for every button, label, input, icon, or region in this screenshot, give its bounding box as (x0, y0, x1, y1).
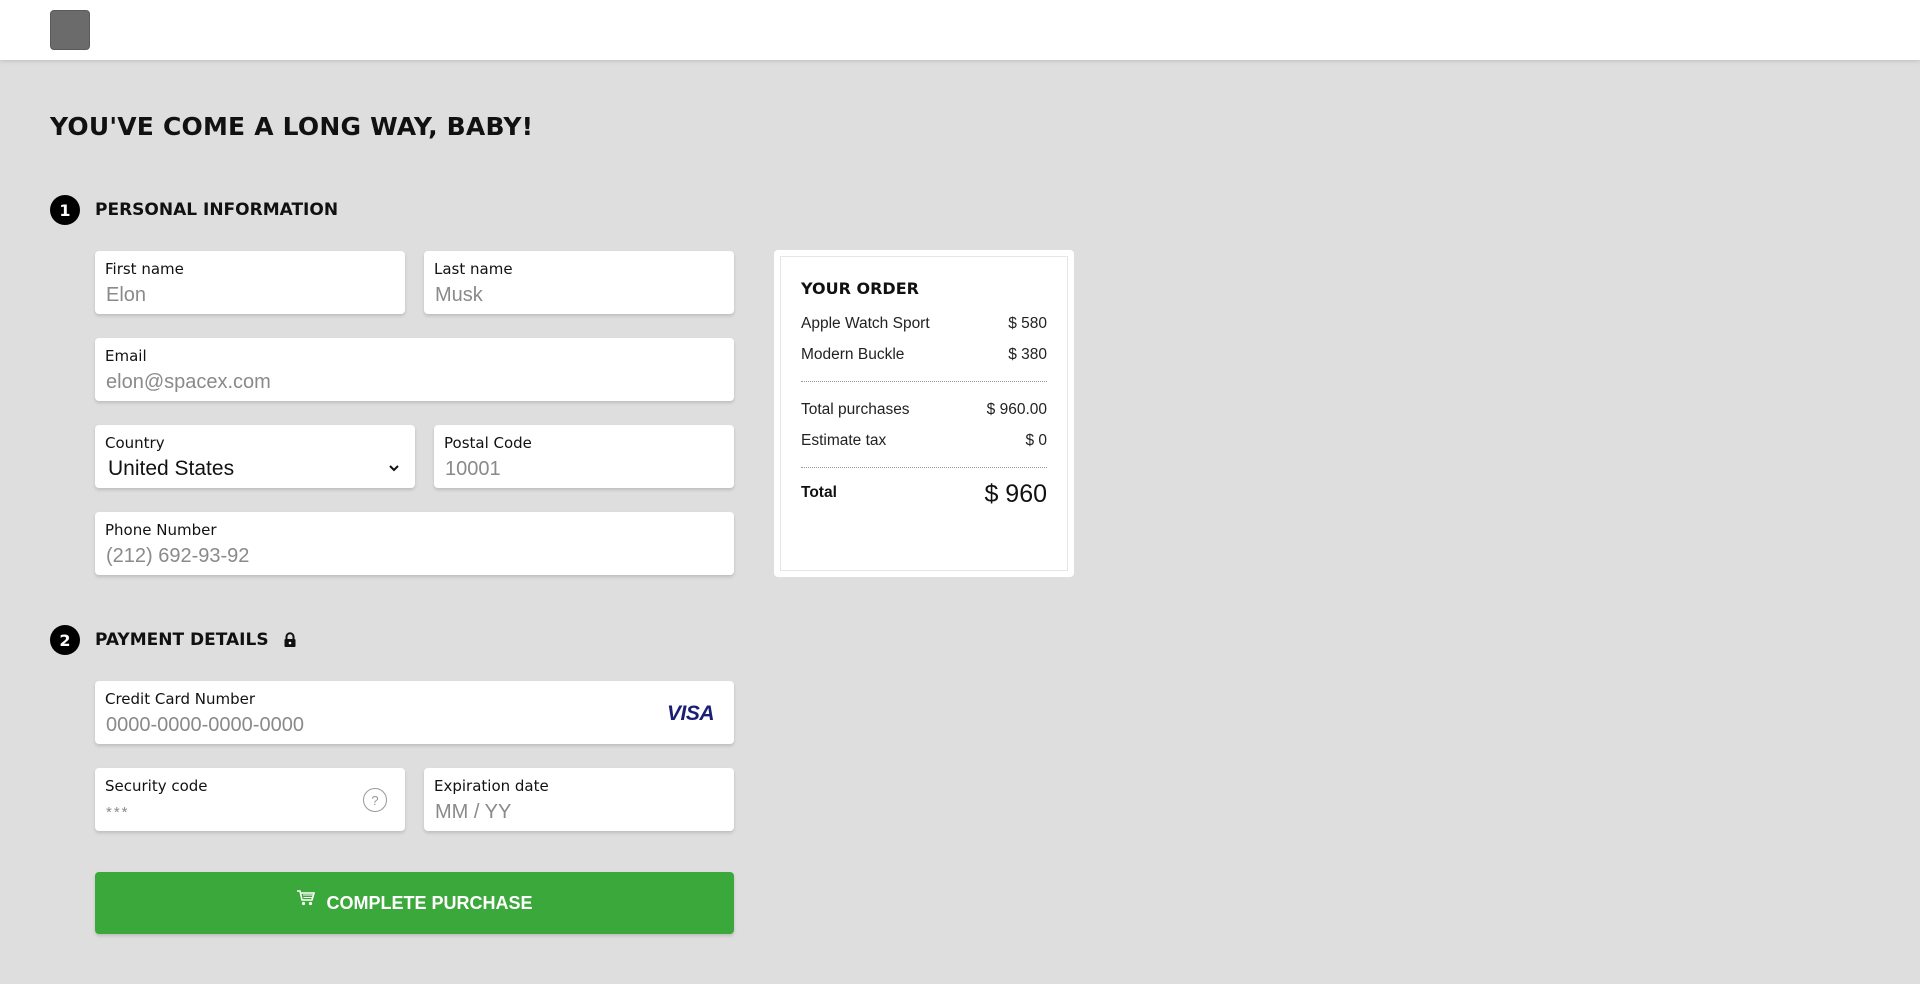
divider (801, 381, 1047, 382)
field-label: Last name (434, 260, 513, 278)
expiration-date-field[interactable]: Expiration date (424, 768, 734, 831)
personal-info-heading: 1 PERSONAL INFORMATION (50, 195, 338, 225)
last-name-field[interactable]: Last name (424, 251, 734, 314)
order-item-row: Modern Buckle $ 380 (801, 339, 1047, 370)
top-bar (0, 0, 1920, 60)
complete-purchase-label: COMPLETE PURCHASE (326, 892, 533, 913)
order-summary-inner: YOUR ORDER Apple Watch Sport $ 580 Moder… (780, 256, 1068, 571)
lock-icon (283, 632, 297, 648)
country-selected-value: United States (108, 457, 235, 480)
first-name-field[interactable]: First name (95, 251, 405, 314)
estimate-tax-label: Estimate tax (801, 431, 887, 449)
field-label: First name (105, 260, 184, 278)
email-field[interactable]: Email (95, 338, 734, 401)
order-summary-card: YOUR ORDER Apple Watch Sport $ 580 Moder… (774, 250, 1074, 577)
credit-card-input[interactable] (105, 712, 724, 738)
section-title: PERSONAL INFORMATION (95, 200, 339, 220)
postal-code-field[interactable]: Postal Code (434, 425, 734, 488)
menu-button[interactable] (50, 10, 90, 50)
step-number-badge: 1 (50, 195, 80, 225)
email-input[interactable] (105, 369, 724, 395)
order-total-label: Total (801, 484, 837, 501)
field-label: Phone Number (105, 521, 217, 539)
order-item-price: $ 380 (1008, 345, 1047, 363)
section-title: PAYMENT DETAILS (95, 630, 269, 650)
step-number-badge: 2 (50, 625, 80, 655)
total-purchases-row: Total purchases $ 960.00 (801, 394, 1047, 425)
cart-icon (296, 889, 316, 912)
total-purchases-value: $ 960.00 (986, 400, 1047, 418)
order-total-value: $ 960 (984, 480, 1047, 508)
order-total-row: Total $ 960 (801, 480, 1047, 509)
total-purchases-label: Total purchases (801, 400, 910, 418)
phone-field[interactable]: Phone Number (95, 512, 734, 575)
order-item-row: Apple Watch Sport $ 580 (801, 308, 1047, 339)
page-title: YOU'VE COME A LONG WAY, BABY! (50, 112, 534, 141)
estimate-tax-row: Estimate tax $ 0 (801, 425, 1047, 456)
field-label: Credit Card Number (105, 690, 255, 708)
expiration-date-input[interactable] (434, 799, 724, 825)
credit-card-field[interactable]: Credit Card Number VISA (95, 681, 734, 744)
phone-input[interactable] (105, 543, 724, 569)
field-label: Email (105, 347, 147, 365)
help-icon[interactable]: ? (363, 788, 387, 812)
chevron-down-icon (387, 460, 401, 479)
order-title: YOUR ORDER (801, 279, 919, 298)
first-name-input[interactable] (105, 282, 395, 308)
field-label: Security code (105, 777, 208, 795)
order-item-price: $ 580 (1008, 314, 1047, 332)
country-field[interactable]: Country United States (95, 425, 415, 488)
security-code-field[interactable]: Security code ? (95, 768, 405, 831)
field-label: Postal Code (444, 434, 532, 452)
visa-logo: VISA (666, 702, 715, 725)
last-name-input[interactable] (434, 282, 724, 308)
field-label: Expiration date (434, 777, 549, 795)
complete-purchase-button[interactable]: COMPLETE PURCHASE (95, 872, 734, 934)
field-label: Country (105, 434, 165, 452)
estimate-tax-value: $ 0 (1025, 431, 1047, 449)
divider (801, 467, 1047, 468)
postal-code-input[interactable] (444, 456, 724, 482)
order-item-name: Apple Watch Sport (801, 314, 930, 332)
payment-details-heading: 2 PAYMENT DETAILS (50, 625, 297, 655)
country-select[interactable]: United States (105, 456, 405, 482)
security-code-input[interactable] (105, 799, 395, 825)
order-item-name: Modern Buckle (801, 345, 905, 363)
